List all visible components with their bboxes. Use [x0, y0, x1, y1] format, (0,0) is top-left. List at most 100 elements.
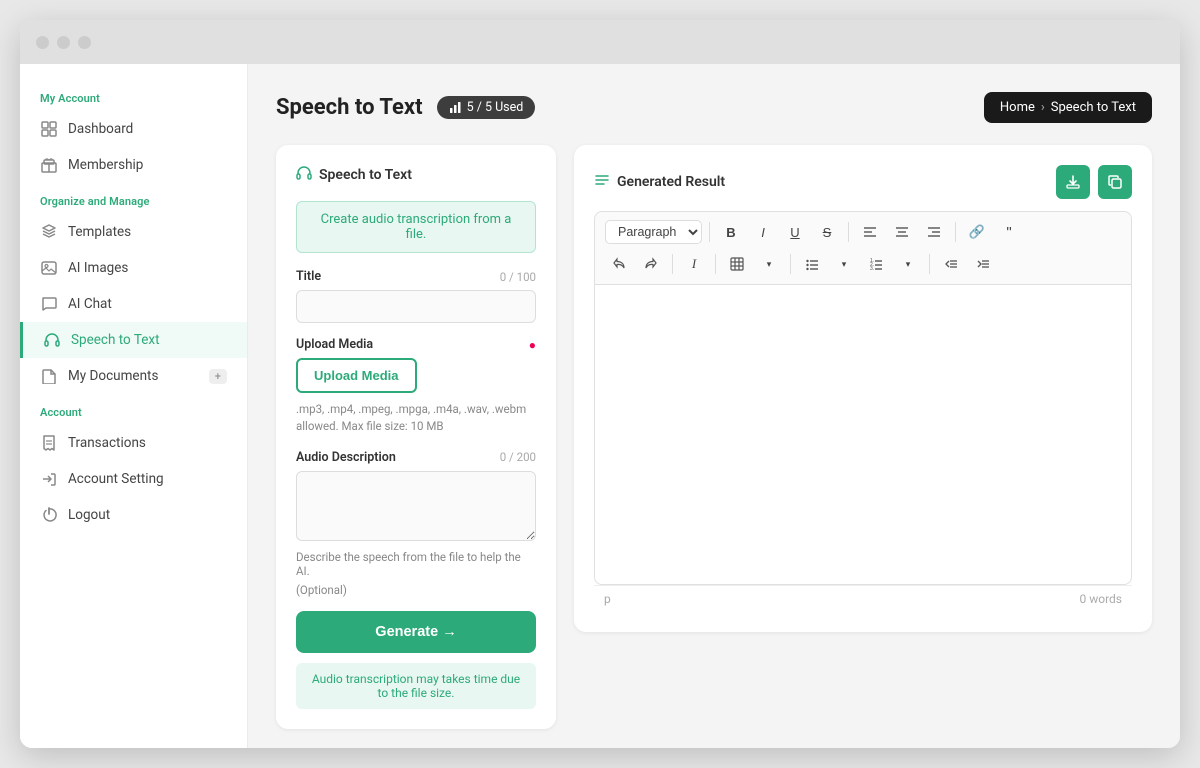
result-actions — [1056, 165, 1132, 199]
audio-desc-textarea[interactable] — [296, 471, 536, 541]
sidebar-item-logout[interactable]: Logout — [20, 497, 247, 533]
gift-icon — [40, 156, 58, 174]
breadcrumb-home: Home — [1000, 100, 1035, 115]
sidebar-item-ai-chat[interactable]: AI Chat — [20, 286, 247, 322]
sidebar-item-dashboard-label: Dashboard — [68, 121, 133, 137]
maximize-btn[interactable] — [78, 36, 91, 49]
main-content: Speech to Text 5 / 5 Used Home › Speech … — [248, 64, 1180, 748]
traffic-lights — [36, 36, 91, 49]
close-btn[interactable] — [36, 36, 49, 49]
align-center-btn[interactable] — [888, 218, 916, 246]
sidebar-item-transactions-label: Transactions — [68, 435, 146, 451]
minimize-btn[interactable] — [57, 36, 70, 49]
toolbar-divider-6 — [790, 254, 791, 274]
app-body: My Account Dashboard — [20, 64, 1180, 748]
sidebar-item-ai-images[interactable]: AI Images — [20, 250, 247, 286]
page-header: Speech to Text 5 / 5 Used Home › Speech … — [276, 92, 1152, 123]
audio-desc-label: Audio Description 0 / 200 — [296, 450, 536, 465]
sidebar-item-ai-chat-label: AI Chat — [68, 296, 112, 312]
title-input[interactable] — [296, 290, 536, 323]
right-card: Generated Result — [574, 145, 1152, 632]
title-count: 0 / 100 — [500, 270, 536, 284]
toolbar-divider-1 — [709, 222, 710, 242]
headphone-icon-2 — [296, 165, 312, 185]
table-btn[interactable] — [723, 250, 751, 278]
toolbar-divider-4 — [672, 254, 673, 274]
strikethrough-btn[interactable]: S — [813, 218, 841, 246]
audio-desc-label-text: Audio Description — [296, 450, 396, 465]
sidebar: My Account Dashboard — [20, 64, 248, 748]
sidebar-item-logout-label: Logout — [68, 507, 110, 523]
sidebar-item-account-setting-label: Account Setting — [68, 471, 164, 487]
sidebar-item-templates[interactable]: Templates — [20, 214, 247, 250]
toolbar-divider-3 — [955, 222, 956, 242]
audio-desc-hint: Describe the speech from the file to hel… — [296, 550, 536, 578]
bold-btn[interactable]: B — [717, 218, 745, 246]
editor-footer: p 0 words — [594, 585, 1132, 612]
headphone-icon — [43, 331, 61, 349]
app-window: My Account Dashboard — [20, 20, 1180, 748]
upload-required-mark: ● — [529, 338, 536, 352]
toolbar-row-1: Paragraph B I U S — [605, 218, 1121, 246]
italic-btn[interactable]: I — [749, 218, 777, 246]
chat-icon — [40, 295, 58, 313]
generate-button[interactable]: Generate → — [296, 611, 536, 653]
ordered-list-btn[interactable]: 1.2.3. — [862, 250, 890, 278]
upload-media-button[interactable]: Upload Media — [296, 358, 417, 393]
align-right-btn[interactable] — [920, 218, 948, 246]
page-title-row: Speech to Text 5 / 5 Used — [276, 95, 535, 120]
align-left-btn[interactable] — [856, 218, 884, 246]
sidebar-item-membership-label: Membership — [68, 157, 143, 173]
copy-btn[interactable] — [1098, 165, 1132, 199]
upload-media-form-group: Upload Media ● Upload Media .mp3, .mp4, … — [296, 337, 536, 436]
sidebar-item-speech-to-text[interactable]: Speech to Text — [20, 322, 247, 358]
result-title-text: Generated Result — [617, 174, 725, 190]
audio-desc-optional: (Optional) — [296, 583, 536, 597]
image-icon — [40, 259, 58, 277]
grid-icon — [40, 120, 58, 138]
bullet-list-btn[interactable] — [798, 250, 826, 278]
sidebar-item-my-documents[interactable]: My Documents + — [20, 358, 247, 394]
bullet-chevron-btn[interactable]: ▾ — [830, 250, 858, 278]
title-label-text: Title — [296, 269, 321, 284]
upload-hint: .mp3, .mp4, .mpeg, .mpga, .m4a, .wav, .w… — [296, 401, 536, 436]
redo-btn[interactable] — [637, 250, 665, 278]
sidebar-item-dashboard[interactable]: Dashboard — [20, 111, 247, 147]
paragraph-select[interactable]: Paragraph — [605, 220, 702, 244]
title-form-group: Title 0 / 100 — [296, 269, 536, 323]
table-chevron-btn[interactable]: ▾ — [755, 250, 783, 278]
breadcrumb-current: Speech to Text — [1051, 100, 1136, 115]
left-card-title: Speech to Text — [296, 165, 536, 185]
download-btn[interactable] — [1056, 165, 1090, 199]
sidebar-item-my-documents-label: My Documents — [68, 368, 158, 384]
document-icon — [40, 367, 58, 385]
audio-desc-form-group: Audio Description 0 / 200 Describe the s… — [296, 450, 536, 597]
ordered-chevron-btn[interactable]: ▾ — [894, 250, 922, 278]
list-icon — [594, 172, 610, 192]
outdent-btn[interactable] — [937, 250, 965, 278]
sidebar-item-speech-to-text-label: Speech to Text — [71, 332, 160, 348]
my-documents-badge: + — [209, 369, 227, 384]
transcription-hint: Create audio transcription from a file. — [296, 201, 536, 253]
usage-text: 5 / 5 Used — [467, 100, 524, 115]
sidebar-item-templates-label: Templates — [68, 224, 131, 240]
sidebar-item-membership[interactable]: Membership — [20, 147, 247, 183]
result-title: Generated Result — [594, 172, 725, 192]
titlebar — [20, 20, 1180, 64]
editor-body[interactable] — [594, 285, 1132, 585]
quote-btn[interactable]: " — [995, 218, 1023, 246]
sidebar-item-transactions[interactable]: Transactions — [20, 425, 247, 461]
sidebar-item-account-setting[interactable]: Account Setting — [20, 461, 247, 497]
code-btn[interactable]: I — [680, 250, 708, 278]
editor-tag: p — [604, 592, 611, 606]
toolbar-divider-5 — [715, 254, 716, 274]
undo-btn[interactable] — [605, 250, 633, 278]
indent-btn[interactable] — [969, 250, 997, 278]
layers-icon — [40, 223, 58, 241]
underline-btn[interactable]: U — [781, 218, 809, 246]
page-title: Speech to Text — [276, 95, 423, 120]
link-btn[interactable]: 🔗 — [963, 218, 991, 246]
sidebar-section-my-account: My Account — [20, 80, 247, 111]
svg-text:3.: 3. — [870, 266, 874, 271]
audio-desc-count: 0 / 200 — [500, 450, 536, 464]
